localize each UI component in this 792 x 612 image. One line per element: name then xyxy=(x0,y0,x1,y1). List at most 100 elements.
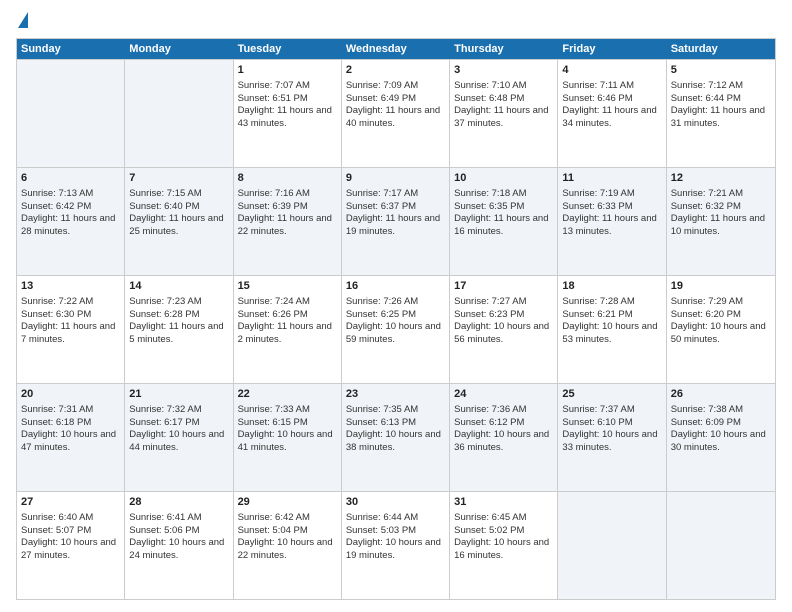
sunset-text: Sunset: 6:51 PM xyxy=(238,93,337,106)
day-number: 20 xyxy=(21,387,120,402)
weekday-header: Saturday xyxy=(667,39,775,59)
weekday-header: Thursday xyxy=(450,39,558,59)
day-number: 25 xyxy=(562,387,661,402)
calendar-cell: 5Sunrise: 7:12 AMSunset: 6:44 PMDaylight… xyxy=(667,60,775,167)
daylight-text: Daylight: 10 hours and 22 minutes. xyxy=(238,537,337,563)
sunset-text: Sunset: 6:18 PM xyxy=(21,417,120,430)
day-number: 14 xyxy=(129,279,228,294)
sunset-text: Sunset: 6:20 PM xyxy=(671,309,771,322)
calendar-cell: 24 Sunrise: 7:36 AMSunset: 6:12 PMDayligh… xyxy=(450,384,558,491)
header xyxy=(16,12,776,30)
sunset-text: Sunset: 6:21 PM xyxy=(562,309,661,322)
calendar-cell: 20Sunrise: 7:31 AMSunset: 6:18 PMDayligh… xyxy=(17,384,125,491)
day-number: 16 xyxy=(346,279,445,294)
sunrise-text: Sunrise: 7:32 AM xyxy=(129,404,228,417)
sunrise-text: Sunrise: 7:17 AM xyxy=(346,188,445,201)
sunrise-text: Sunrise: 6:41 AM xyxy=(129,512,228,525)
day-number: 3 xyxy=(454,63,553,78)
day-number: 17 xyxy=(454,279,553,294)
daylight-text: Daylight: 10 hours and 53 minutes. xyxy=(562,321,661,347)
calendar-cell xyxy=(17,60,125,167)
day-number: 23 xyxy=(346,387,445,402)
sunset-text: Sunset: 5:02 PM xyxy=(454,525,553,538)
sunrise-text: Sunrise: 7:27 AM xyxy=(454,296,553,309)
calendar-cell: 23Sunrise: 7:35 AMSunset: 6:13 PMDayligh… xyxy=(342,384,450,491)
daylight-text: Daylight: 11 hours and 7 minutes. xyxy=(21,321,120,347)
sunset-text: Sunset: 6:09 PM xyxy=(671,417,771,430)
day-number: 22 xyxy=(238,387,337,402)
sunrise-text: Sunrise: 7:38 AM xyxy=(671,404,771,417)
sunrise-text: Sunrise: 7:26 AM xyxy=(346,296,445,309)
day-number: 27 xyxy=(21,495,120,510)
sunset-text: Sunset: 6:42 PM xyxy=(21,201,120,214)
calendar: SundayMondayTuesdayWednesdayThursdayFrid… xyxy=(16,38,776,600)
sunset-text: Sunset: 6:40 PM xyxy=(129,201,228,214)
daylight-text: Daylight: 11 hours and 22 minutes. xyxy=(238,213,337,239)
sunset-text: Sunset: 6:12 PM xyxy=(454,417,553,430)
sunset-text: Sunset: 5:04 PM xyxy=(238,525,337,538)
sunset-text: Sunset: 6:32 PM xyxy=(671,201,771,214)
day-number: 5 xyxy=(671,63,771,78)
calendar-cell: 26Sunrise: 7:38 AMSunset: 6:09 PMDayligh… xyxy=(667,384,775,491)
calendar-cell: 3Sunrise: 7:10 AMSunset: 6:48 PMDaylight… xyxy=(450,60,558,167)
calendar-cell: 1Sunrise: 7:07 AMSunset: 6:51 PMDaylight… xyxy=(234,60,342,167)
daylight-text: Daylight: 11 hours and 34 minutes. xyxy=(562,105,661,131)
sunrise-text: Sunrise: 7:11 AM xyxy=(562,80,661,93)
calendar-row: 13Sunrise: 7:22 AMSunset: 6:30 PMDayligh… xyxy=(17,275,775,383)
calendar-row: 6 Sunrise: 7:13 AMSunset: 6:42 PM Daylight… xyxy=(17,167,775,275)
sunrise-text: Sunrise: 7:13 AM xyxy=(21,188,120,201)
day-number: 4 xyxy=(562,63,661,78)
weekday-header: Friday xyxy=(558,39,666,59)
daylight-text: Daylight: 11 hours and 40 minutes. xyxy=(346,105,445,131)
calendar-row: 27Sunrise: 6:40 AMSunset: 5:07 PMDayligh… xyxy=(17,491,775,599)
day-number: 6 xyxy=(21,171,120,186)
daylight-text: Daylight: 10 hours and 50 minutes. xyxy=(671,321,771,347)
daylight-text: Daylight: 11 hours and 2 minutes. xyxy=(238,321,337,347)
day-number: 31 xyxy=(454,495,553,510)
sunset-text: Sunset: 6:33 PM xyxy=(562,201,661,214)
sunrise-text: Sunrise: 7:28 AM xyxy=(562,296,661,309)
day-number: 28 xyxy=(129,495,228,510)
sunset-text: Sunset: 6:28 PM xyxy=(129,309,228,322)
sunrise-text: Sunrise: 7:10 AM xyxy=(454,80,553,93)
sunrise-text: Sunrise: 7:15 AM xyxy=(129,188,228,201)
calendar-cell: 19Sunrise: 7:29 AMSunset: 6:20 PMDayligh… xyxy=(667,276,775,383)
page: SundayMondayTuesdayWednesdayThursdayFrid… xyxy=(0,0,792,612)
sunset-text: Sunset: 6:44 PM xyxy=(671,93,771,106)
sunrise-text: Sunrise: 6:45 AM xyxy=(454,512,553,525)
day-number: 18 xyxy=(562,279,661,294)
sunrise-text: Sunrise: 7:33 AM xyxy=(238,404,337,417)
calendar-cell: 31 Sunrise: 6:45 AMSunset: 5:02 PMDayligh… xyxy=(450,492,558,599)
calendar-cell: 6Sunrise: 7:13 AMSunset: 6:42 PMDaylight… xyxy=(17,168,125,275)
sunrise-text: Sunrise: 7:36 AM xyxy=(454,404,553,417)
day-number: 29 xyxy=(238,495,337,510)
sunrise-text: Sunrise: 7:23 AM xyxy=(129,296,228,309)
calendar-cell: 29Sunrise: 6:42 AMSunset: 5:04 PMDayligh… xyxy=(234,492,342,599)
sunset-text: Sunset: 6:49 PM xyxy=(346,93,445,106)
sunrise-text: Sunrise: 7:19 AM xyxy=(562,188,661,201)
calendar-cell xyxy=(558,492,666,599)
sunset-text: Sunset: 6:39 PM xyxy=(238,201,337,214)
sunrise-text: Sunrise: 7:37 AM xyxy=(562,404,661,417)
sunset-text: Sunset: 6:48 PM xyxy=(454,93,553,106)
daylight-text: Daylight: 10 hours and 16 minutes. xyxy=(454,537,553,563)
sunrise-text: Sunrise: 7:12 AM xyxy=(671,80,771,93)
sunset-text: Sunset: 6:37 PM xyxy=(346,201,445,214)
daylight-text: Daylight: 11 hours and 19 minutes. xyxy=(346,213,445,239)
day-number: 24 xyxy=(454,387,553,402)
weekday-header: Wednesday xyxy=(342,39,450,59)
sunrise-text: Sunrise: 7:18 AM xyxy=(454,188,553,201)
sunset-text: Sunset: 6:15 PM xyxy=(238,417,337,430)
logo-triangle-icon xyxy=(18,12,28,28)
calendar-cell: 18 Sunrise: 7:28 AMSunset: 6:21 PMDayligh… xyxy=(558,276,666,383)
calendar-cell: 30Sunrise: 6:44 AMSunset: 5:03 PMDayligh… xyxy=(342,492,450,599)
day-number: 11 xyxy=(562,171,661,186)
sunrise-text: Sunrise: 7:21 AM xyxy=(671,188,771,201)
day-number: 30 xyxy=(346,495,445,510)
calendar-row: 1Sunrise: 7:07 AMSunset: 6:51 PMDaylight… xyxy=(17,59,775,167)
day-number: 2 xyxy=(346,63,445,78)
daylight-text: Daylight: 10 hours and 36 minutes. xyxy=(454,429,553,455)
weekday-header: Monday xyxy=(125,39,233,59)
sunrise-text: Sunrise: 6:40 AM xyxy=(21,512,120,525)
calendar-cell: 8Sunrise: 7:16 AMSunset: 6:39 PMDaylight… xyxy=(234,168,342,275)
